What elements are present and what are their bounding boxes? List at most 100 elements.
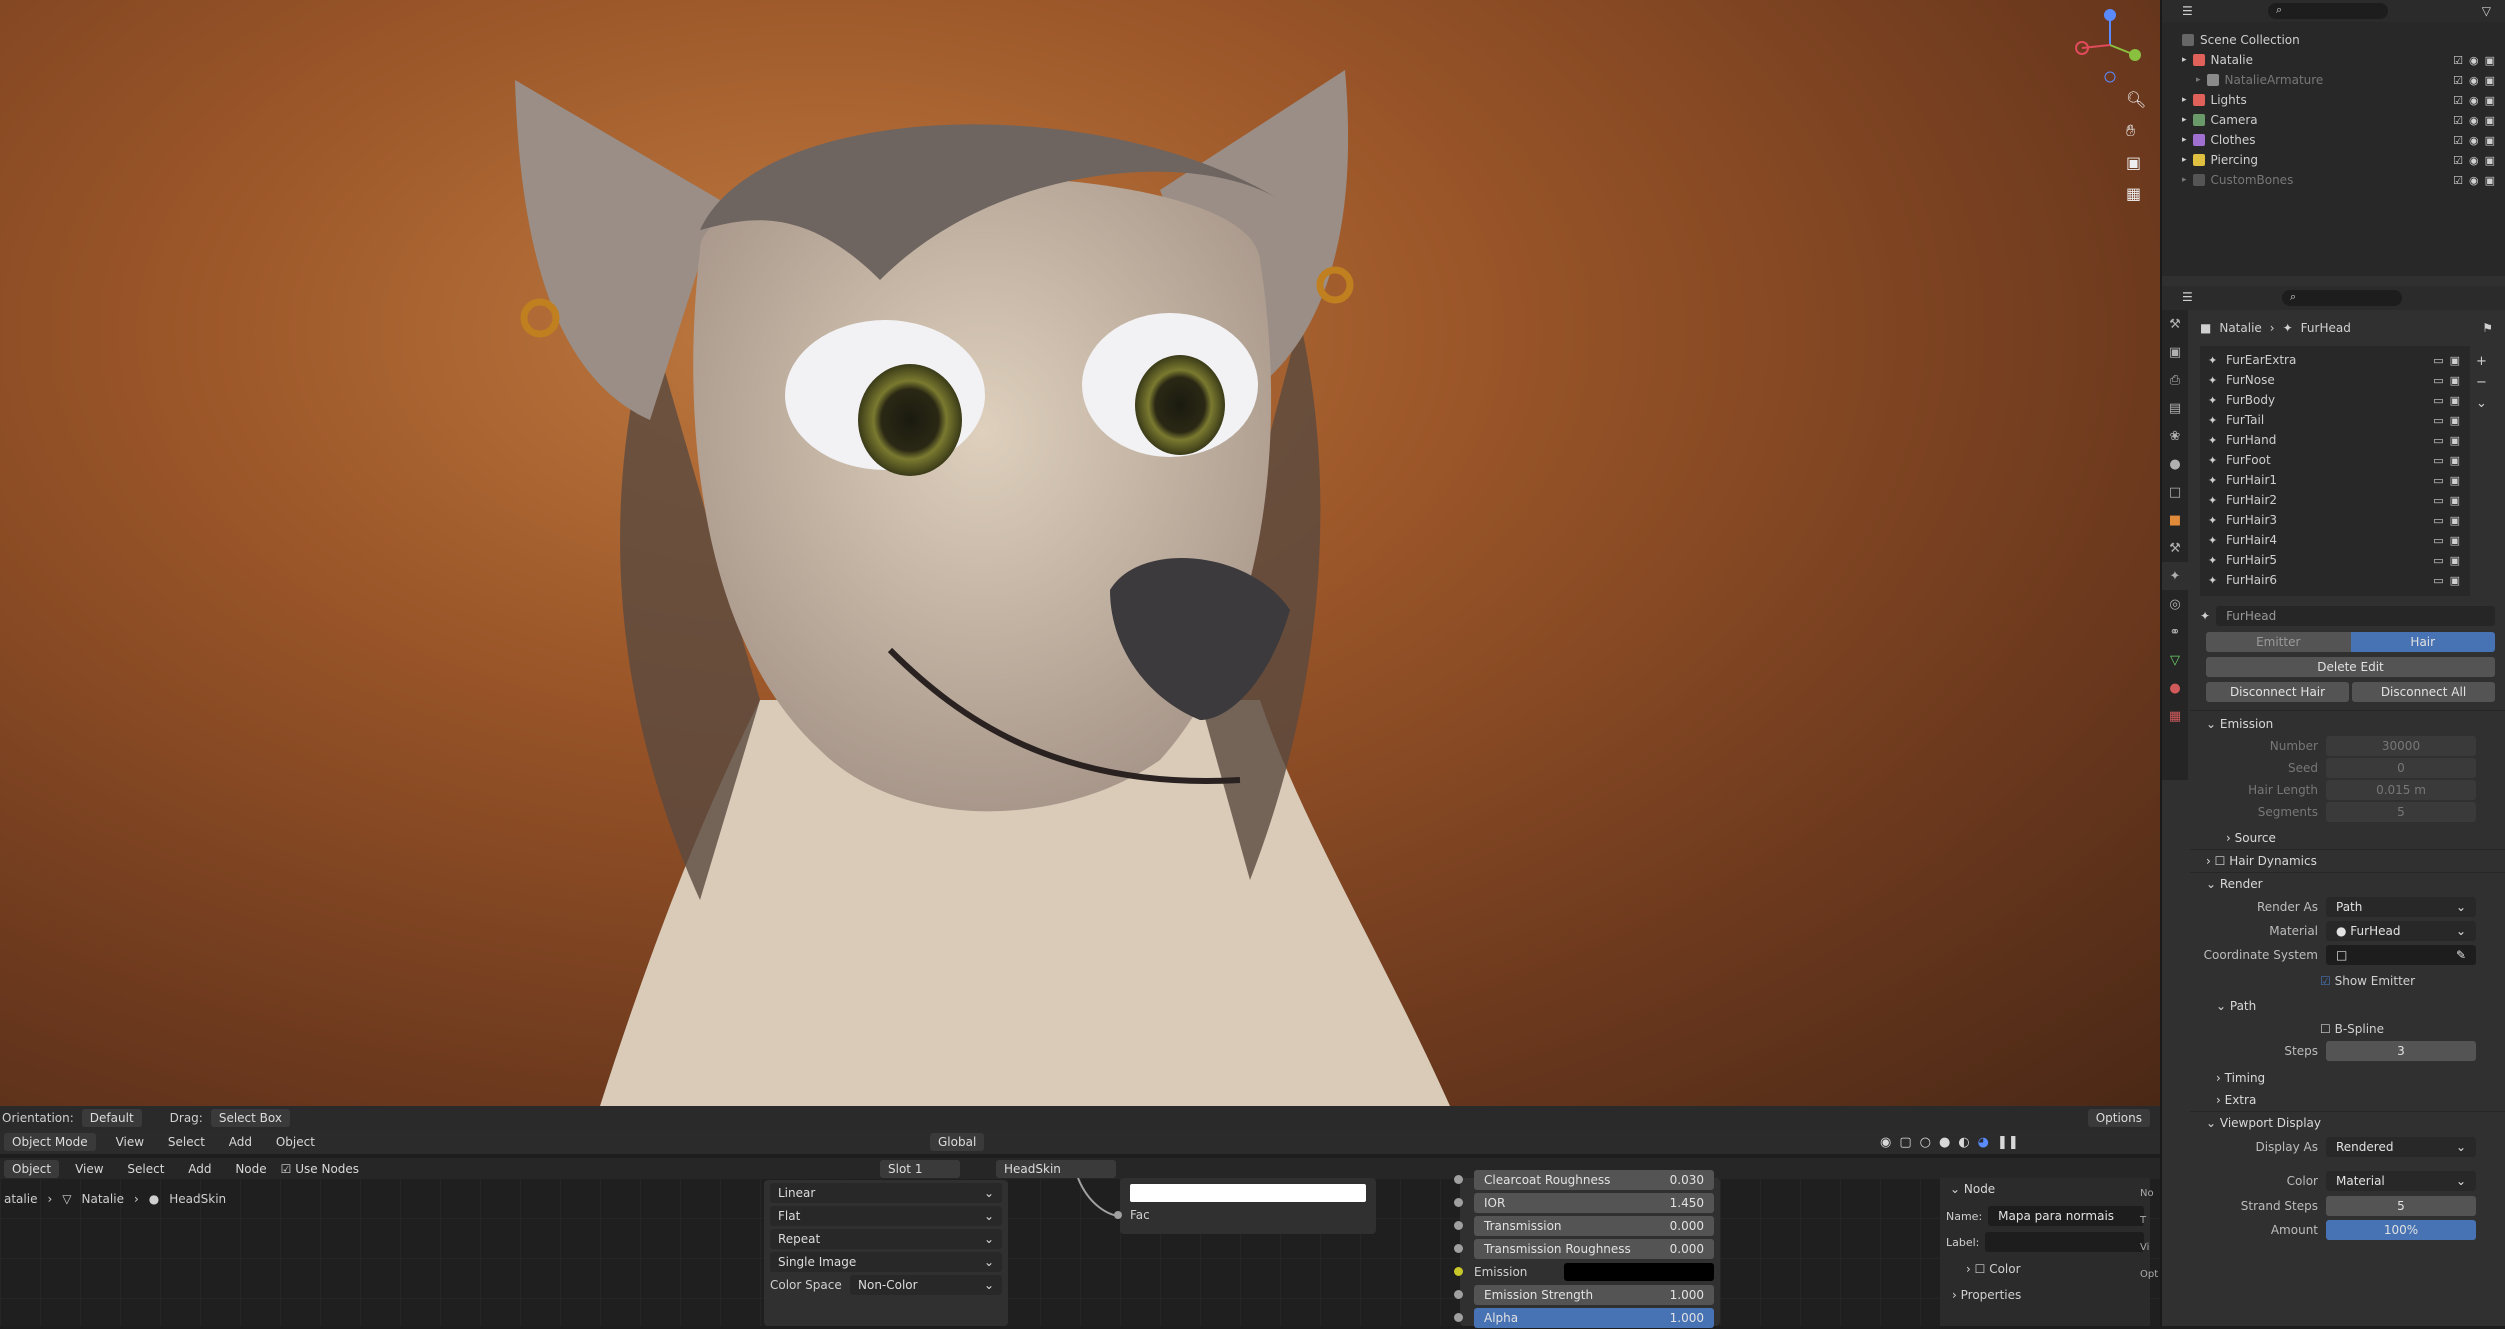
texture-tab-icon[interactable]: ▦ bbox=[2162, 702, 2188, 730]
3d-viewport[interactable]: 🔍︎ ✋︎ ▣ ▦ bbox=[0, 0, 2160, 1106]
node-editor[interactable]: atalie › ▽ Natalie › ● HeadSkin Linear ⌄ Flat… bbox=[0, 1169, 2160, 1328]
modifier-tab-icon[interactable]: ⚒ bbox=[2162, 534, 2188, 562]
render-toggle-icon[interactable]: ▣ bbox=[2450, 534, 2460, 547]
eye-icon[interactable]: ◉ bbox=[2469, 54, 2479, 67]
color-dropdown[interactable]: Material ⌄ bbox=[2326, 1171, 2476, 1191]
bsdf-input-field[interactable]: Clearcoat Roughness 0.030 bbox=[1474, 1169, 1714, 1190]
pan-hand-icon[interactable]: ✋︎ bbox=[2126, 121, 2146, 141]
menu-view[interactable]: View bbox=[116, 1135, 144, 1149]
data-tab-icon[interactable]: ▽ bbox=[2162, 646, 2188, 674]
menu-select[interactable]: Select bbox=[168, 1135, 205, 1149]
projection-dropdown[interactable]: Flat ⌄ bbox=[770, 1206, 1002, 1226]
input-socket[interactable] bbox=[1454, 1198, 1463, 1207]
bsdf-input-field[interactable]: Emission Strength 1.000 bbox=[1474, 1284, 1714, 1305]
particle-system-item[interactable]: ✦ FurEarExtra ▭ ▣ bbox=[2200, 350, 2470, 370]
render-toggle-icon[interactable]: ▣ bbox=[2450, 554, 2460, 567]
particle-system-item[interactable]: ✦ FurBody ▭ ▣ bbox=[2200, 390, 2470, 410]
bsdf-input-row[interactable]: Emission bbox=[1454, 1260, 1714, 1283]
image-texture-node[interactable]: Linear ⌄ Flat ⌄ Repeat ⌄ Single Image ⌄ Colo… bbox=[764, 1180, 1008, 1326]
input-socket[interactable] bbox=[1454, 1290, 1463, 1299]
emission-field[interactable]: 30000 bbox=[2326, 736, 2476, 756]
rendered-shading-icon[interactable]: ◕ bbox=[1978, 1135, 1989, 1150]
bsdf-input-row[interactable]: Emission Strength 1.000 bbox=[1454, 1283, 1714, 1306]
bsdf-input-row[interactable]: Transmission Roughness 0.000 bbox=[1454, 1237, 1714, 1260]
outliner-item[interactable]: ▸ CustomBones ☑ ◉ ▣ bbox=[2162, 170, 2505, 190]
bsdf-input-field[interactable]: Alpha 1.000 bbox=[1474, 1307, 1714, 1328]
expand-arrow-icon[interactable]: ▸ bbox=[2182, 135, 2187, 145]
collection-tab-icon[interactable]: □ bbox=[2162, 478, 2188, 506]
input-socket[interactable] bbox=[1454, 1244, 1463, 1253]
viewport-toggle-icon[interactable]: ▭ bbox=[2433, 414, 2443, 427]
scene-tab-icon[interactable]: ❀ bbox=[2162, 422, 2188, 450]
input-socket[interactable] bbox=[1454, 1175, 1463, 1184]
outliner-item[interactable]: ▸ Natalie ☑ ◉ ▣ bbox=[2162, 50, 2505, 70]
input-socket[interactable] bbox=[1454, 1267, 1463, 1276]
checkbox-icon[interactable]: ☑ bbox=[2453, 74, 2463, 87]
principled-bsdf-node[interactable]: Clearcoat Roughness 0.030 IOR 1.450 Transmis… bbox=[1454, 1169, 1720, 1328]
bsdf-input-field[interactable]: Transmission 0.000 bbox=[1474, 1215, 1714, 1236]
hair-dynamics-panel[interactable]: Hair Dynamics bbox=[2229, 854, 2317, 868]
checkbox-icon[interactable]: ☑ bbox=[2453, 134, 2463, 147]
particle-system-item[interactable]: ✦ FurHair2 ▭ ▣ bbox=[2200, 490, 2470, 510]
grid-view-icon[interactable]: ▦ bbox=[2126, 184, 2146, 203]
render-toggle-icon[interactable]: ▣ bbox=[2450, 574, 2460, 587]
list-menu-icon[interactable]: ⌄ bbox=[2476, 396, 2487, 411]
render-toggle-icon[interactable]: ▣ bbox=[2450, 394, 2460, 407]
input-socket[interactable] bbox=[1454, 1221, 1463, 1230]
render-toggle-icon[interactable]: ▣ bbox=[2450, 434, 2460, 447]
camera-icon[interactable]: ▣ bbox=[2485, 154, 2495, 167]
expand-arrow-icon[interactable]: ▸ bbox=[2182, 95, 2187, 105]
material-dropdown[interactable]: ● FurHead ⌄ bbox=[2326, 921, 2476, 941]
eye-icon[interactable]: ◉ bbox=[2469, 94, 2479, 107]
node-menu-view[interactable]: View bbox=[75, 1162, 103, 1176]
amount-slider[interactable]: 100% bbox=[2326, 1220, 2476, 1240]
wireframe-shading-icon[interactable]: ○ bbox=[1920, 1135, 1931, 1150]
bsdf-input-row[interactable]: Transmission 0.000 bbox=[1454, 1214, 1714, 1237]
view-layer-tab-icon[interactable]: ▤ bbox=[2162, 394, 2188, 422]
sidebar-tab-tool[interactable]: T bbox=[2140, 1215, 2158, 1226]
object-mode-dropdown[interactable]: Object Mode bbox=[4, 1133, 96, 1151]
editor-type-icon[interactable]: ☰ bbox=[2182, 4, 2193, 18]
input-socket[interactable] bbox=[1454, 1313, 1463, 1322]
outliner-item[interactable]: ▸ NatalieArmature ☑ ◉ ▣ bbox=[2162, 70, 2505, 90]
expand-arrow-icon[interactable]: ▸ bbox=[2182, 175, 2187, 185]
outliner-item[interactable]: ▸ Camera ☑ ◉ ▣ bbox=[2162, 110, 2505, 130]
disconnect-hair-button[interactable]: Disconnect Hair bbox=[2206, 682, 2349, 702]
constraints-tab-icon[interactable]: ⚭ bbox=[2162, 618, 2188, 646]
particle-system-item[interactable]: ✦ FurHair3 ▭ ▣ bbox=[2200, 510, 2470, 530]
viewport-toggle-icon[interactable]: ▭ bbox=[2433, 574, 2443, 587]
menu-object[interactable]: Object bbox=[276, 1135, 315, 1149]
material-shading-icon[interactable]: ◐ bbox=[1958, 1135, 1969, 1150]
use-nodes-checkbox[interactable]: ☑ Use Nodes bbox=[281, 1162, 359, 1176]
bsdf-input-field[interactable]: Transmission Roughness 0.000 bbox=[1474, 1238, 1714, 1259]
transform-orientation-dropdown[interactable]: Global bbox=[930, 1133, 985, 1151]
render-toggle-icon[interactable]: ▣ bbox=[2450, 354, 2460, 367]
color-ramp-node[interactable]: Fac bbox=[1114, 1178, 1376, 1234]
drag-dropdown[interactable]: Select Box bbox=[210, 1109, 290, 1127]
checkbox-icon[interactable]: ☑ bbox=[2453, 54, 2463, 67]
color-swatch[interactable] bbox=[1130, 1184, 1366, 1202]
render-toggle-icon[interactable]: ▣ bbox=[2450, 374, 2460, 387]
material-tab-icon[interactable]: ● bbox=[2162, 674, 2188, 702]
emission-field[interactable]: 0 bbox=[2326, 758, 2476, 778]
node-menu-select[interactable]: Select bbox=[127, 1162, 164, 1176]
outliner-item[interactable]: ▸ Lights ☑ ◉ ▣ bbox=[2162, 90, 2505, 110]
outliner-item[interactable]: ▸ Piercing ☑ ◉ ▣ bbox=[2162, 150, 2505, 170]
source-subpanel[interactable]: Source bbox=[2235, 831, 2276, 845]
pin-icon[interactable]: ⚑ bbox=[2482, 321, 2493, 335]
emission-panel-header[interactable]: Emission bbox=[2220, 717, 2273, 731]
camera-view-icon[interactable]: ▣ bbox=[2126, 153, 2146, 172]
bsdf-input-field[interactable]: IOR 1.450 bbox=[1474, 1192, 1714, 1213]
extension-dropdown[interactable]: Repeat ⌄ bbox=[770, 1229, 1002, 1249]
color-subpanel[interactable]: Color bbox=[1989, 1262, 2020, 1276]
material-selector[interactable]: HeadSkin bbox=[996, 1160, 1116, 1178]
world-tab-icon[interactable]: ● bbox=[2162, 450, 2188, 478]
render-toggle-icon[interactable]: ▣ bbox=[2450, 494, 2460, 507]
viewport-toggle-icon[interactable]: ▭ bbox=[2433, 374, 2443, 387]
strand-steps-field[interactable]: 5 bbox=[2326, 1196, 2476, 1216]
eyedropper-icon[interactable]: ✎ bbox=[2456, 948, 2466, 962]
checkbox-icon[interactable]: ☑ bbox=[2453, 154, 2463, 167]
interpolation-dropdown[interactable]: Linear ⌄ bbox=[770, 1183, 1002, 1203]
properties-editor-icon[interactable]: ☰ bbox=[2182, 290, 2193, 304]
render-toggle-icon[interactable]: ▣ bbox=[2450, 474, 2460, 487]
